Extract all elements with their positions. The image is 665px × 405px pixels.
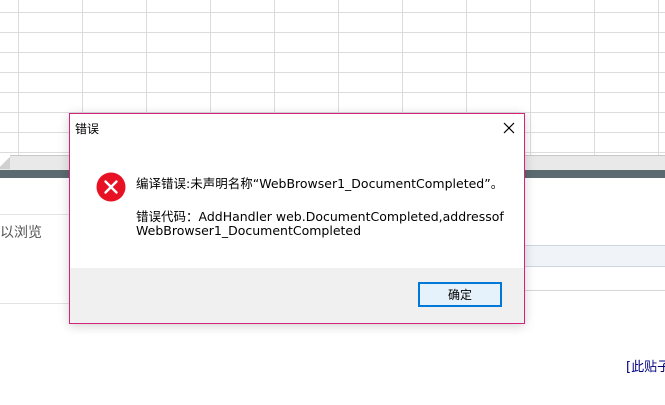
- close-button[interactable]: [494, 114, 524, 142]
- side-panel-row: [525, 245, 665, 267]
- sheet-tab-corner: [0, 155, 10, 169]
- error-dialog: 错误 编译错误:未声明名称“WebBrowser1_DocumentComple…: [69, 113, 525, 324]
- post-link[interactable]: [此贴子: [626, 356, 665, 375]
- divider: [0, 214, 70, 215]
- close-icon: [503, 122, 515, 134]
- divider: [0, 303, 70, 304]
- browse-label: 以浏览: [0, 225, 42, 241]
- error-message: 编译错误:未声明名称“WebBrowser1_DocumentCompleted…: [136, 176, 504, 191]
- ok-button[interactable]: 确定: [418, 282, 502, 307]
- error-icon: [96, 172, 126, 202]
- dialog-title: 错误: [75, 122, 100, 136]
- divider: [525, 290, 665, 291]
- error-code-line-continued: WebBrowser1_DocumentCompleted: [136, 223, 362, 238]
- dialog-titlebar[interactable]: 错误: [70, 114, 524, 142]
- dialog-footer: 确定: [70, 268, 524, 323]
- dialog-content: 编译错误:未声明名称“WebBrowser1_DocumentCompleted…: [70, 142, 524, 268]
